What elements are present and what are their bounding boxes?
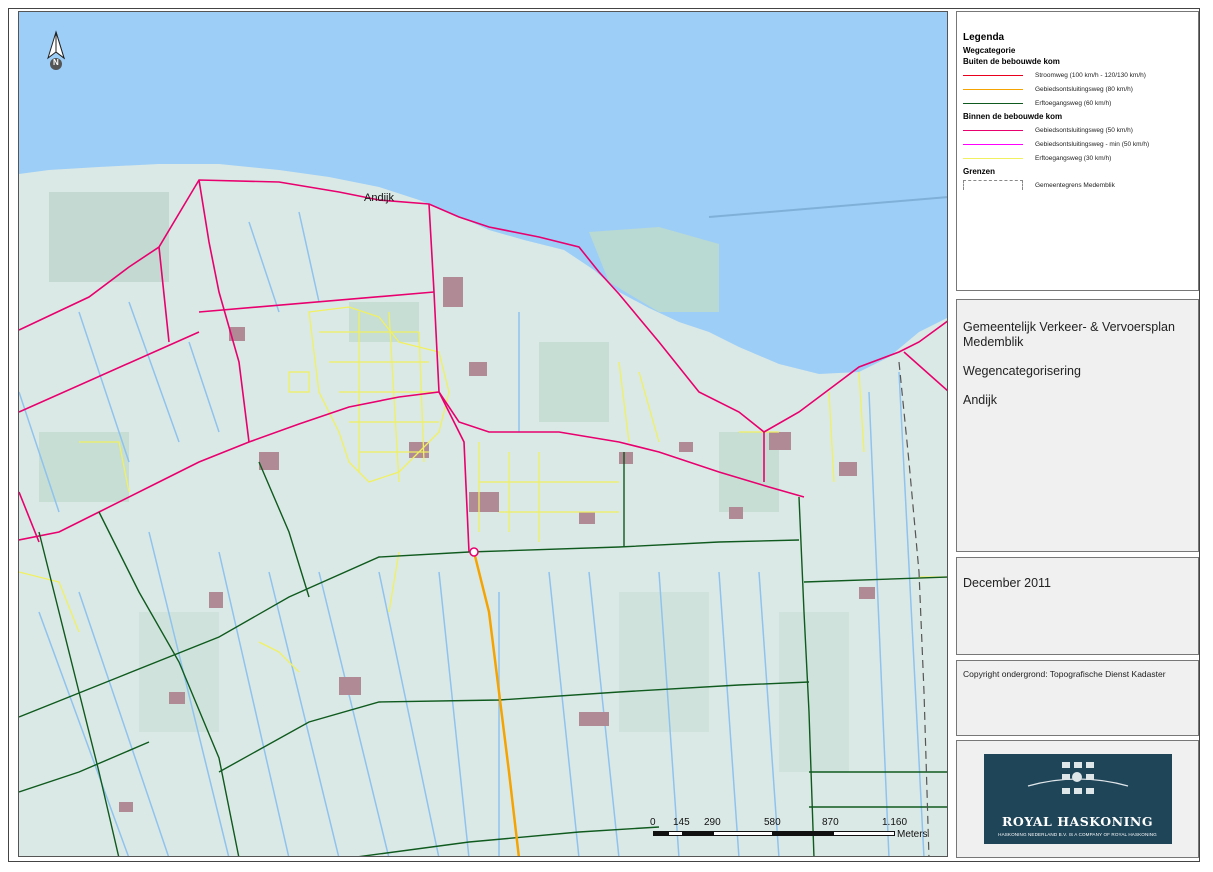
legend-item: Gebiedsontsluitingsweg - min (50 km/h) [963, 137, 1192, 151]
legend-item-label: Gebiedsontsluitingsweg - min (50 km/h) [1035, 140, 1150, 148]
legend-item-label: Erftoegangsweg (60 km/h) [1035, 99, 1112, 107]
legend-item-label: Erftoegangsweg (30 km/h) [1035, 154, 1112, 162]
copyright-text: Copyright ondergrond: Topografische Dien… [963, 669, 1166, 679]
scale-tick: 1.160 [882, 817, 908, 828]
map-location: Andijk [963, 393, 998, 407]
legend-item-label: Gemeentegrens Medemblik [1035, 181, 1115, 189]
roundabout [469, 547, 479, 557]
logo-name: ROYAL HASKONING [1001, 814, 1154, 829]
legend-borders-heading: Grenzen [963, 167, 996, 176]
title-panel: Gemeentelijk Verkeer- & Vervoersplan Med… [956, 299, 1199, 552]
legend-item-label: Gebiedsontsluitingsweg (80 km/h) [1035, 85, 1133, 93]
map-subtitle: Wegencategorisering [963, 364, 1081, 378]
date-panel: December 2011 [956, 557, 1199, 655]
map-canvas [19, 12, 947, 856]
municipal-border [898, 361, 930, 856]
marina [589, 227, 719, 312]
legend-outside-heading: Buiten de bebouwde kom [963, 57, 1060, 66]
legend-item-label: Gebiedsontsluitingsweg (50 km/h) [1035, 126, 1133, 134]
legend-item: Stroomweg (100 km/h - 120/130 km/h) [963, 68, 1192, 82]
legend-item-label: Stroomweg (100 km/h - 120/130 km/h) [1035, 71, 1146, 79]
map-view[interactable]: N Andijk 0 145 290 580 870 1.160 Meters [18, 11, 948, 857]
north-label: N [53, 58, 59, 67]
map-title: Gemeentelijk Verkeer- & Vervoersplan Med… [963, 320, 1175, 349]
buildings [119, 277, 875, 812]
legend-item: Gebiedsontsluitingsweg (50 km/h) [963, 123, 1192, 137]
road-80 [472, 551, 521, 856]
legend-item: Gemeentegrens Medemblik [963, 178, 1192, 192]
scale-unit: Meters [897, 829, 928, 840]
legend-item: Erftoegangsweg (30 km/h) [963, 151, 1192, 165]
scale-tick: 870 [822, 817, 839, 828]
scale-tick: 580 [764, 817, 781, 828]
place-label-andijk: Andijk [364, 192, 394, 204]
scale-tick: 0 [650, 817, 656, 828]
scale-tick: 290 [704, 817, 721, 828]
legend-inside-heading: Binnen de bebouwde kom [963, 112, 1063, 121]
logo-panel: ROYAL HASKONING HASKONING NEDERLAND B.V.… [956, 740, 1199, 858]
scale-tick: 145 [673, 817, 690, 828]
legend-panel: Legenda Wegcategorie Buiten de bebouwde … [956, 11, 1199, 291]
copyright-panel: Copyright ondergrond: Topografische Dien… [956, 660, 1199, 736]
logo-tagline: HASKONING NEDERLAND B.V. IS A COMPANY OF… [998, 832, 1157, 837]
royal-haskoning-logo: ROYAL HASKONING HASKONING NEDERLAND B.V.… [983, 754, 1172, 844]
legend-category: Wegcategorie [963, 46, 1016, 55]
legend-title: Legenda [963, 32, 1005, 43]
legend-item: Gebiedsontsluitingsweg (80 km/h) [963, 82, 1192, 96]
logo-swoosh-icon [1027, 778, 1128, 787]
legend-item: Erftoegangsweg (60 km/h) [963, 96, 1192, 110]
map-date: December 2011 [963, 576, 1052, 590]
scale-bar: 0 145 290 580 870 1.160 Meters [649, 817, 947, 847]
